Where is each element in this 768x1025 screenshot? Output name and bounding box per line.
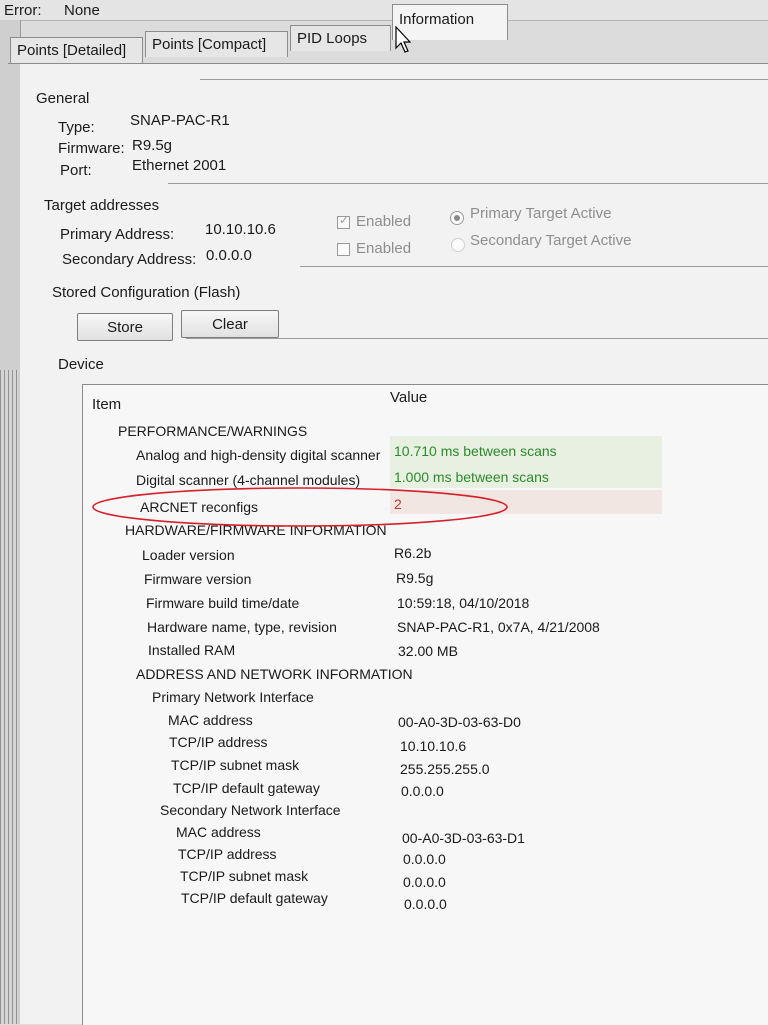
firmware-value: R9.5g: [132, 137, 173, 154]
device-row-value: 10.10.10.6: [400, 738, 467, 754]
tab-points-detailed[interactable]: Points [Detailed]: [10, 37, 143, 63]
primary-enabled-checkbox[interactable]: [337, 213, 350, 229]
device-row-item[interactable]: PERFORMANCE/WARNINGS: [118, 423, 307, 439]
column-header-item[interactable]: Item: [92, 396, 121, 413]
primary-address-label: Primary Address:: [60, 226, 175, 243]
primary-enabled-label: Enabled: [356, 213, 412, 230]
device-row-value: 10:59:18, 04/10/2018: [397, 595, 530, 611]
tab-label: Points [Compact]: [152, 36, 267, 53]
tab-points-compact[interactable]: Points [Compact]: [145, 31, 288, 57]
device-row-value: 255.255.255.0: [400, 761, 490, 777]
device-row-value: 0.0.0.0: [401, 783, 444, 799]
device-row-value: 0.0.0.0: [404, 896, 447, 912]
device-row-value: R6.2b: [394, 545, 432, 561]
device-row-item[interactable]: Firmware version: [144, 571, 251, 587]
primary-target-active-label: Primary Target Active: [470, 205, 612, 222]
type-label: Type:: [58, 119, 95, 136]
device-row-item[interactable]: TCP/IP default gateway: [181, 890, 328, 906]
clear-button[interactable]: Clear: [181, 310, 279, 338]
general-group-title: General: [36, 90, 90, 107]
target-addresses-title: Target addresses: [44, 197, 160, 214]
device-row-value: SNAP-PAC-R1, 0x7A, 4/21/2008: [397, 619, 600, 635]
port-label: Port:: [60, 162, 92, 179]
store-button[interactable]: Store: [77, 313, 173, 341]
device-row-value: 32.00 MB: [398, 643, 458, 659]
column-header-value[interactable]: Value: [390, 389, 427, 406]
device-row-value: R9.5g: [396, 570, 434, 586]
device-row-item[interactable]: Analog and high-density digital scanner: [136, 447, 380, 463]
device-row-value: 00-A0-3D-03-63-D1: [402, 830, 525, 846]
device-row-item[interactable]: Secondary Network Interface: [160, 802, 341, 818]
secondary-target-active-radio[interactable]: [451, 238, 465, 252]
secondary-enabled-label: Enabled: [356, 240, 412, 257]
primary-target-active-radio[interactable]: [450, 211, 464, 225]
error-value: None: [64, 2, 100, 19]
annotation-ellipse: [92, 487, 508, 527]
error-label: Error:: [4, 2, 42, 19]
device-row-value: 1.000 ms between scans: [394, 469, 549, 485]
device-row-item[interactable]: Loader version: [142, 547, 235, 563]
device-row-value: 0.0.0.0: [403, 874, 446, 890]
device-row-item[interactable]: TCP/IP subnet mask: [180, 868, 308, 884]
device-row-item[interactable]: TCP/IP subnet mask: [171, 757, 299, 773]
secondary-enabled-checkbox[interactable]: [337, 243, 350, 256]
device-group-line: [186, 338, 768, 339]
device-row-item[interactable]: Hardware name, type, revision: [147, 619, 337, 635]
error-status-bar: Error: None: [0, 0, 768, 21]
stored-config-title: Stored Configuration (Flash): [52, 284, 241, 301]
device-row-value: 10.710 ms between scans: [394, 443, 557, 459]
secondary-address-value: 0.0.0.0: [206, 247, 252, 264]
tab-label: Points [Detailed]: [17, 42, 127, 59]
device-row-item[interactable]: ADDRESS AND NETWORK INFORMATION: [136, 666, 413, 682]
device-row-item[interactable]: Firmware build time/date: [146, 595, 299, 611]
primary-address-value: 10.10.10.6: [205, 221, 276, 238]
firmware-label: Firmware:: [58, 140, 125, 157]
device-row-item[interactable]: Installed RAM: [148, 642, 235, 658]
port-value: Ethernet 2001: [132, 157, 227, 174]
device-row-item[interactable]: MAC address: [176, 824, 261, 840]
device-row-item[interactable]: TCP/IP default gateway: [173, 780, 320, 796]
type-value: SNAP-PAC-R1: [130, 112, 230, 129]
tab-pid-loops[interactable]: PID Loops: [290, 25, 391, 51]
device-row-item[interactable]: TCP/IP address: [169, 734, 268, 750]
device-row-value: 00-A0-3D-03-63-D0: [398, 714, 521, 730]
general-group-line: [200, 79, 768, 80]
device-row-item[interactable]: MAC address: [168, 712, 253, 728]
device-row-item[interactable]: Primary Network Interface: [152, 689, 314, 705]
device-row-value: 0.0.0.0: [403, 851, 446, 867]
device-row-item[interactable]: TCP/IP address: [178, 846, 277, 862]
target-group-line: [168, 183, 768, 184]
tab-label: PID Loops: [297, 30, 368, 47]
device-group-title: Device: [58, 356, 104, 373]
mouse-pointer-icon: [395, 26, 411, 53]
secondary-target-active-label: Secondary Target Active: [470, 232, 632, 249]
stored-group-line: [300, 266, 768, 267]
left-frame-rules: [0, 370, 18, 1024]
secondary-address-label: Secondary Address:: [62, 251, 197, 268]
